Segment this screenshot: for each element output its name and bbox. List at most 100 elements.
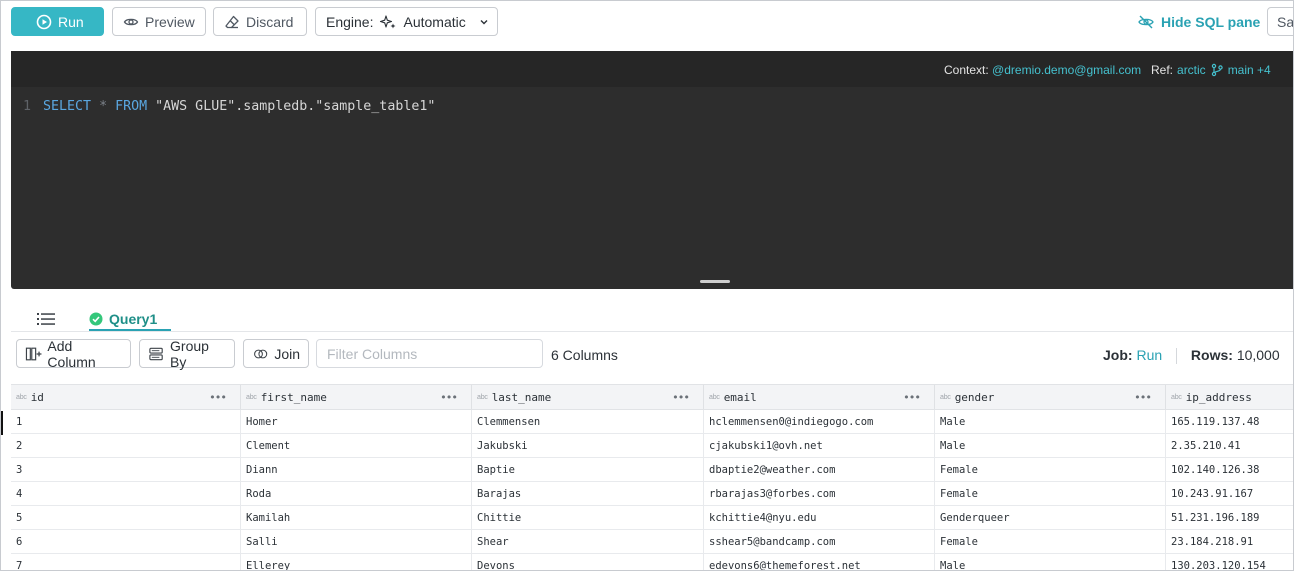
play-circle-icon bbox=[36, 14, 52, 29]
cell-ip-address[interactable]: 2.35.210.41 bbox=[1166, 434, 1293, 457]
grid-header-row: abc id ••• abc first_name ••• abc last_name ••… bbox=[11, 384, 1293, 410]
sql-keyword-from: FROM bbox=[115, 99, 148, 114]
list-icon[interactable] bbox=[36, 311, 56, 327]
ref-value[interactable]: arctic bbox=[1177, 63, 1206, 77]
cell-first-name[interactable]: Roda bbox=[241, 482, 472, 505]
cell-last-name[interactable]: Jakubski bbox=[472, 434, 704, 457]
context-info: Context: @dremio.demo@gmail.com bbox=[944, 63, 1141, 77]
cell-email[interactable]: sshear5@bandcamp.com bbox=[704, 530, 935, 553]
discard-label: Discard bbox=[246, 13, 294, 30]
cell-last-name[interactable]: Chittie bbox=[472, 506, 704, 529]
job-rows-divider bbox=[1176, 348, 1178, 365]
column-header-id[interactable]: abc id ••• bbox=[11, 385, 241, 409]
run-button[interactable]: Run bbox=[11, 7, 104, 36]
table-row[interactable]: 5 Kamilah Chittie kchittie4@nyu.edu Gend… bbox=[11, 506, 1293, 530]
cell-ip-address[interactable]: 10.243.91.167 bbox=[1166, 482, 1293, 505]
cell-email[interactable]: kchittie4@nyu.edu bbox=[704, 506, 935, 529]
table-row[interactable]: 6 Salli Shear sshear5@bandcamp.com Femal… bbox=[11, 530, 1293, 554]
results-grid: abc id ••• abc first_name ••• abc last_name ••… bbox=[11, 384, 1293, 571]
cell-id[interactable]: 5 bbox=[11, 506, 241, 529]
cell-id[interactable]: 3 bbox=[11, 458, 241, 481]
add-column-label: Add Column bbox=[47, 337, 96, 370]
add-column-button[interactable]: Add Column bbox=[16, 337, 131, 370]
cell-first-name[interactable]: Ellerey bbox=[241, 554, 472, 570]
top-toolbar: Run Preview Discard Engine: Automatic Hi… bbox=[1, 1, 1293, 45]
cell-id[interactable]: 4 bbox=[11, 482, 241, 505]
cell-email[interactable]: hclemmensen0@indiegogo.com bbox=[704, 410, 935, 433]
more-icon[interactable]: ••• bbox=[209, 391, 227, 404]
hide-sql-pane-button[interactable]: Hide SQL pane bbox=[1137, 14, 1260, 30]
cell-first-name[interactable]: Clement bbox=[241, 434, 472, 457]
cell-gender[interactable]: Male bbox=[935, 554, 1166, 570]
cell-last-name[interactable]: Clemmensen bbox=[472, 410, 704, 433]
cell-email[interactable]: rbarajas3@forbes.com bbox=[704, 482, 935, 505]
column-header-label: id bbox=[30, 390, 44, 404]
context-value[interactable]: @dremio.demo@gmail.com bbox=[992, 63, 1141, 77]
more-icon[interactable]: ••• bbox=[1134, 391, 1152, 404]
group-by-button[interactable]: Group By bbox=[139, 338, 235, 370]
run-label: Run bbox=[58, 13, 84, 30]
discard-button[interactable]: Discard bbox=[213, 7, 307, 36]
cell-id[interactable]: 6 bbox=[11, 530, 241, 553]
filter-columns-input[interactable] bbox=[316, 339, 543, 368]
cell-ip-address[interactable]: 102.140.126.38 bbox=[1166, 458, 1293, 481]
cell-id[interactable]: 2 bbox=[11, 434, 241, 457]
sql-code-line[interactable]: 1 SELECT * FROM "AWS GLUE".sampledb."samp… bbox=[23, 99, 435, 114]
tab-query1[interactable]: Query1 bbox=[89, 307, 157, 331]
cell-last-name[interactable]: Shear bbox=[472, 530, 704, 553]
group-by-icon bbox=[149, 347, 163, 360]
editor-resize-handle[interactable] bbox=[700, 280, 730, 283]
cell-ip-address[interactable]: 165.119.137.48 bbox=[1166, 410, 1293, 433]
table-row[interactable]: 7 Ellerey Devons edevons6@themeforest.ne… bbox=[11, 554, 1293, 571]
cell-gender[interactable]: Female bbox=[935, 530, 1166, 553]
branch-value[interactable]: main +4 bbox=[1228, 63, 1271, 77]
column-header-gender[interactable]: abc gender ••• bbox=[935, 385, 1166, 409]
column-header-first-name[interactable]: abc first_name ••• bbox=[241, 385, 472, 409]
cell-gender[interactable]: Female bbox=[935, 482, 1166, 505]
table-row[interactable]: 1 Homer Clemmensen hclemmensen0@indiegog… bbox=[11, 410, 1293, 434]
cell-ip-address[interactable]: 130.203.120.154 bbox=[1166, 554, 1293, 571]
cell-ip-address[interactable]: 23.184.218.91 bbox=[1166, 530, 1293, 553]
cell-first-name[interactable]: Salli bbox=[241, 530, 472, 553]
cell-gender[interactable]: Genderqueer bbox=[935, 506, 1166, 529]
cell-last-name[interactable]: Devons bbox=[472, 554, 704, 570]
cell-ip-address[interactable]: 51.231.196.189 bbox=[1166, 506, 1293, 529]
cell-last-name[interactable]: Barajas bbox=[472, 482, 704, 505]
cell-id[interactable]: 1 bbox=[11, 410, 241, 433]
preview-button[interactable]: Preview bbox=[112, 7, 206, 36]
cell-first-name[interactable]: Diann bbox=[241, 458, 472, 481]
more-icon[interactable]: ••• bbox=[672, 391, 690, 404]
tabs-divider bbox=[11, 331, 1293, 332]
cell-gender[interactable]: Male bbox=[935, 434, 1166, 457]
columns-count: 6 Columns bbox=[551, 347, 618, 363]
cell-email[interactable]: dbaptie2@weather.com bbox=[704, 458, 935, 481]
join-icon bbox=[254, 349, 268, 358]
column-header-email[interactable]: abc email ••• bbox=[704, 385, 935, 409]
table-row[interactable]: 3 Diann Baptie dbaptie2@weather.com Fema… bbox=[11, 458, 1293, 482]
engine-select[interactable]: Engine: Automatic bbox=[315, 7, 498, 36]
cell-gender[interactable]: Female bbox=[935, 458, 1166, 481]
editor-context-bar: Context: @dremio.demo@gmail.com Ref: arc… bbox=[11, 51, 1293, 87]
join-button[interactable]: Join bbox=[243, 339, 309, 368]
ref-info: Ref: arctic main +4 bbox=[1151, 63, 1271, 77]
job-link[interactable]: Run bbox=[1136, 347, 1162, 363]
save-button[interactable]: Sa bbox=[1267, 7, 1293, 36]
text-type-icon: abc bbox=[709, 393, 720, 401]
join-label: Join bbox=[274, 345, 300, 362]
cell-gender[interactable]: Male bbox=[935, 410, 1166, 433]
column-header-ip-address[interactable]: abc ip_address bbox=[1166, 385, 1293, 409]
more-icon[interactable]: ••• bbox=[440, 391, 458, 404]
cell-email[interactable]: edevons6@themeforest.net bbox=[704, 554, 935, 570]
cell-last-name[interactable]: Baptie bbox=[472, 458, 704, 481]
column-header-last-name[interactable]: abc last_name ••• bbox=[472, 385, 704, 409]
sql-editor[interactable]: Context: @dremio.demo@gmail.com Ref: arc… bbox=[11, 51, 1293, 289]
cell-id[interactable]: 7 bbox=[11, 554, 241, 570]
cell-email[interactable]: cjakubski1@ovh.net bbox=[704, 434, 935, 457]
table-row[interactable]: 2 Clement Jakubski cjakubski1@ovh.net Ma… bbox=[11, 434, 1293, 458]
text-type-icon: abc bbox=[1171, 393, 1182, 401]
cell-first-name[interactable]: Kamilah bbox=[241, 506, 472, 529]
column-header-label: last_name bbox=[491, 390, 552, 404]
cell-first-name[interactable]: Homer bbox=[241, 410, 472, 433]
more-icon[interactable]: ••• bbox=[903, 391, 921, 404]
table-row[interactable]: 4 Roda Barajas rbarajas3@forbes.com Fema… bbox=[11, 482, 1293, 506]
